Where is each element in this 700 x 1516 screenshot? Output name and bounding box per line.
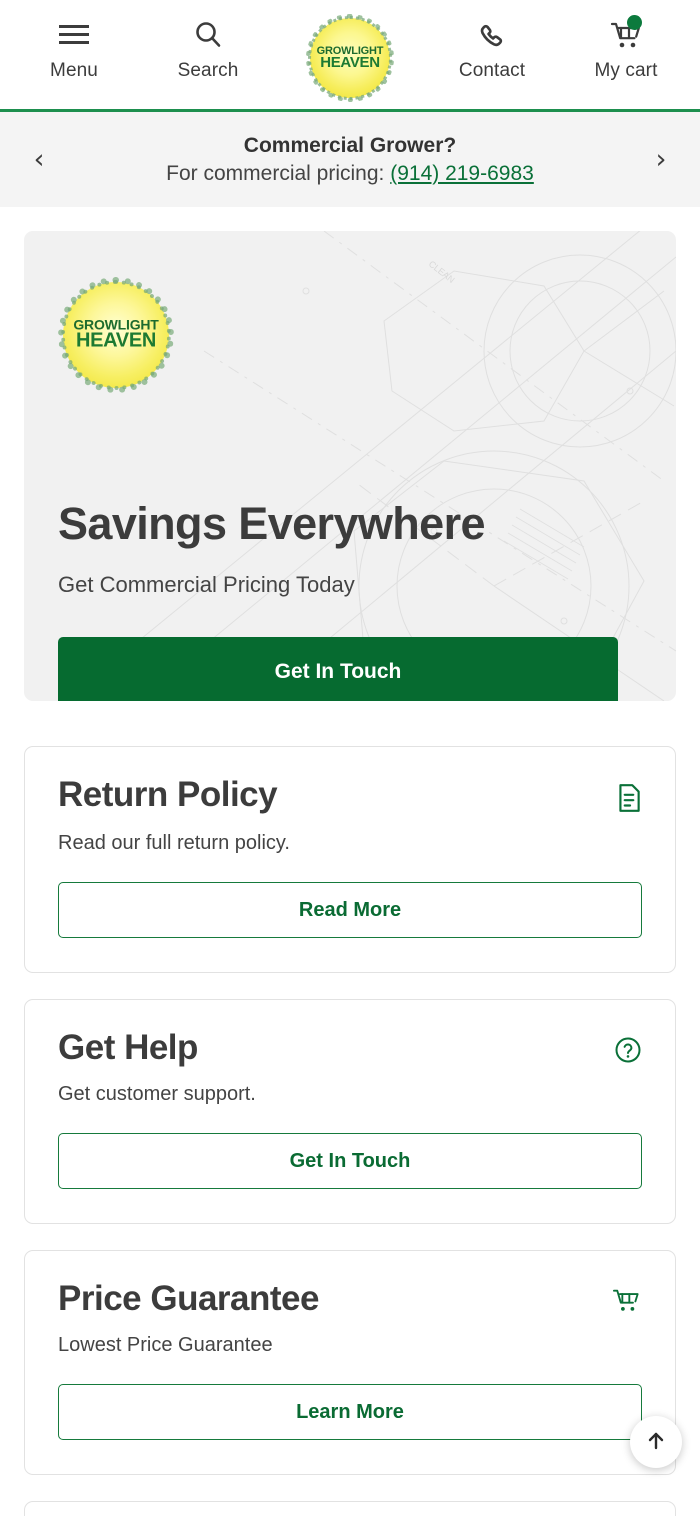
- card-next-partial: [24, 1501, 676, 1516]
- chevron-right-icon[interactable]: ›: [648, 146, 674, 173]
- card-price-guarantee: Price Guarantee Lowest Price Guarantee L…: [24, 1250, 676, 1475]
- nav-item-search-label: Search: [177, 60, 239, 81]
- promo-subtitle: For commercial pricing: (914) 219-6983: [52, 160, 648, 188]
- growlight-heaven-logo: GROWLIGHT HEAVEN: [306, 14, 394, 102]
- hero-logo: GROWLIGHT HEAVEN: [58, 277, 174, 393]
- card-action-button[interactable]: Learn More: [58, 1384, 642, 1440]
- card-title: Return Policy: [58, 775, 278, 814]
- site-header: Menu Search GROWLIGHT HEAVEN Contact My …: [0, 0, 700, 112]
- nav-item-search[interactable]: Search: [172, 14, 244, 82]
- arrow-up-icon: [645, 1430, 667, 1455]
- shopping-cart-icon: [609, 14, 643, 56]
- card-get-help: Get Help Get customer support. Get In To…: [24, 999, 676, 1224]
- card-header: Return Policy: [58, 775, 642, 818]
- logo-line-2: HEAVEN: [320, 54, 380, 72]
- card-subtitle: Get customer support.: [58, 1083, 256, 1105]
- promo-phone-link[interactable]: (914) 219-6983: [390, 162, 534, 185]
- promo-title: Commercial Grower?: [243, 133, 457, 157]
- card-title: Price Guarantee: [58, 1279, 319, 1318]
- cart-count-badge: [627, 15, 642, 30]
- card-header: Get Help: [58, 1028, 642, 1069]
- promo-banner: ‹ Commercial Grower? For commercial pric…: [0, 112, 700, 207]
- hamburger-menu-icon: [57, 14, 91, 56]
- hero-subtitle: Get Commercial Pricing Today: [58, 572, 355, 597]
- hero-banner: CLEAN GROWLIGHT HEAVEN Savings Everywher…: [24, 231, 676, 701]
- nav-item-menu[interactable]: Menu: [38, 14, 110, 82]
- card-subtitle: Lowest Price Guarantee: [58, 1334, 273, 1356]
- hero-cta-button[interactable]: Get In Touch: [58, 637, 618, 701]
- promo-banner-content: Commercial Grower? For commercial pricin…: [52, 132, 648, 187]
- page-root: Menu Search GROWLIGHT HEAVEN Contact My …: [0, 0, 700, 1516]
- hero-logo-line-2: HEAVEN: [75, 330, 157, 353]
- card-header: Price Guarantee: [58, 1279, 642, 1320]
- site-logo[interactable]: GROWLIGHT HEAVEN: [306, 14, 394, 102]
- scroll-to-top-button[interactable]: [630, 1416, 682, 1468]
- nav-item-cart[interactable]: My cart: [590, 14, 662, 82]
- phone-icon: [476, 14, 508, 56]
- card-action-button[interactable]: Get In Touch: [58, 1133, 642, 1189]
- question-circle-icon: [614, 1036, 642, 1069]
- nav-item-contact-label: Contact: [458, 60, 526, 81]
- card-action-button[interactable]: Read More: [58, 882, 642, 938]
- info-card-list: Return Policy Read our full return polic…: [24, 746, 676, 1516]
- card-title: Get Help: [58, 1028, 198, 1067]
- chevron-left-icon[interactable]: ‹: [26, 146, 52, 173]
- nav-item-menu-label: Menu: [50, 60, 98, 81]
- hero-title: Savings Everywhere: [58, 498, 486, 549]
- nav-item-cart-label: My cart: [594, 60, 658, 81]
- promo-subtitle-prefix: For commercial pricing:: [166, 161, 391, 185]
- card-subtitle: Read our full return policy.: [58, 832, 290, 854]
- nav-item-contact[interactable]: Contact: [456, 14, 528, 82]
- document-icon: [616, 783, 642, 818]
- search-icon: [192, 14, 224, 56]
- card-return-policy: Return Policy Read our full return polic…: [24, 746, 676, 973]
- shopping-cart-icon: [612, 1287, 642, 1320]
